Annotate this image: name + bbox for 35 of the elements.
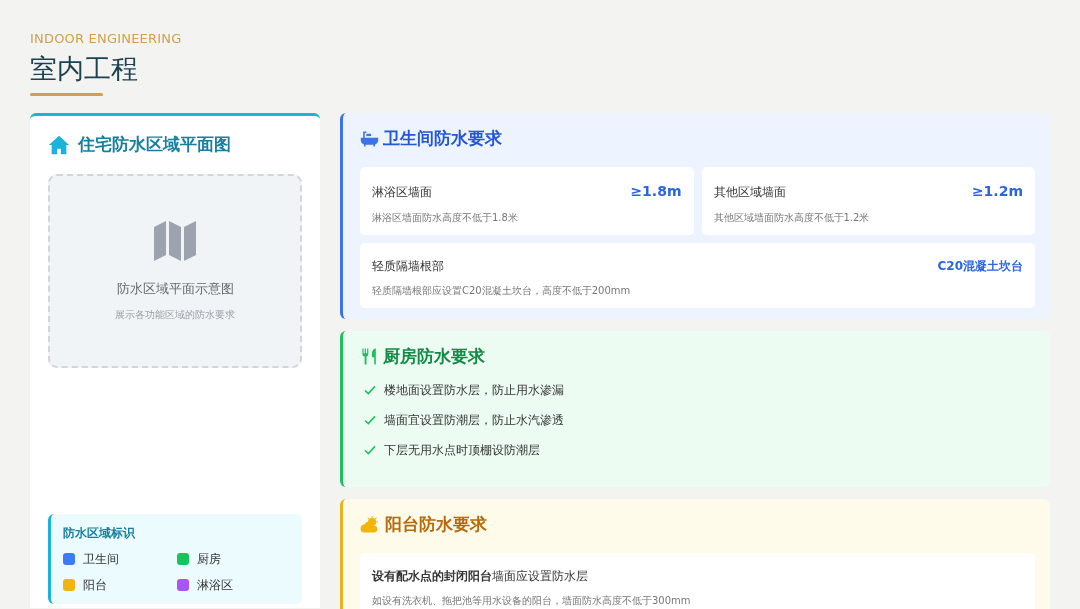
requirement-label: 其他区域墙面 [713, 183, 786, 201]
page-title: 室内工程 [30, 52, 139, 86]
sun-cloud-icon [360, 514, 381, 534]
section-title: 厨房防水要求 [383, 345, 485, 368]
requirement-label: 淋浴区墙面 [372, 183, 432, 201]
checklist-item: 下层无用水点时顶棚设防潮层 [384, 442, 540, 459]
fork-knife-icon [360, 346, 379, 366]
section-title: 卫生间防水要求 [383, 127, 502, 150]
bathtub-icon [360, 128, 379, 148]
requirement-value: C20混凝土坎台 [937, 258, 1023, 275]
house-icon [48, 133, 70, 156]
placeholder-note: 展示各功能区域的防水要求 [115, 307, 235, 322]
legend-label: 厨房 [196, 551, 221, 568]
requirement-value: ≥1.2m [971, 182, 1023, 201]
checklist-item: 墙面宜设置防潮层，防止水汽渗透 [384, 412, 564, 429]
requirement-note: 其他区域墙面防水高度不低于1.2米 [713, 211, 871, 225]
legend-label: 阳台 [83, 577, 107, 594]
legend-label: 淋浴区 [196, 577, 233, 594]
requirement-note: 淋浴区墙面防水高度不低于1.8米 [372, 211, 519, 225]
check-icon [364, 415, 376, 425]
check-icon [364, 385, 376, 395]
requirement-note: 轻质隔墙根部应设置C20混凝土坎台，高度不低于200mm [372, 284, 632, 298]
checklist-item: 楼地面设置防水层，防止用水渗漏 [384, 382, 564, 399]
requirement-label: 轻质隔墙根部 [372, 258, 444, 275]
panel-title: 住宅防水区域平面图 [78, 133, 231, 156]
legend-title: 防水区域标识 [63, 525, 136, 542]
note-detail: 如设有洗衣机、拖把池等用水设备的阳台，墙面防水高度不低于300mm [372, 594, 692, 608]
note-text: 设有配水点的封闭阳台墙面应设置防水层 [372, 568, 589, 585]
placeholder-caption: 防水区域平面示意图 [116, 280, 234, 299]
section-subtitle: INDOOR ENGINEERING [30, 31, 183, 47]
section-title: 阳台防水要求 [385, 513, 487, 536]
legend-label: 卫生间 [83, 551, 119, 568]
map-icon [152, 219, 198, 264]
check-icon [364, 445, 376, 455]
requirement-value: ≥1.8m [630, 182, 682, 201]
